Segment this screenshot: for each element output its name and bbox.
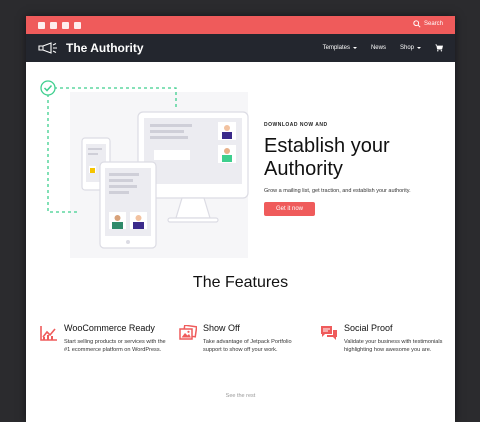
social-links [38, 21, 81, 29]
feature-desc: Take advantage of Jetpack Portfolio supp… [203, 339, 292, 353]
nav-item-shop[interactable]: Shop [400, 45, 421, 51]
megaphone-icon [38, 42, 57, 54]
search-icon [413, 20, 421, 28]
facebook-icon[interactable] [38, 21, 45, 29]
hero-headline-line-1: Establish your [264, 135, 390, 157]
hero-text: DOWNLOAD NOW AND Establish your Authorit… [264, 122, 454, 216]
get-it-now-button[interactable]: Get it now [264, 202, 316, 216]
caret-down-icon [352, 47, 357, 49]
nav-item-templates[interactable]: Templates [323, 45, 357, 51]
top-bar: Search [26, 16, 455, 34]
feature-desc: Validate your business with testimonials… [344, 339, 443, 353]
nav-menu: Templates News Shop [323, 34, 443, 62]
feature-woocommerce: WooCommerce Ready Start selling products… [40, 323, 170, 354]
chat-bubbles-icon [321, 326, 337, 340]
site-title: The Authority [66, 41, 144, 55]
search-label: Search [423, 21, 443, 27]
hero-subtext: Grow a mailing list, get traction, and e… [264, 188, 411, 194]
search-link[interactable]: Search [413, 20, 443, 28]
youtube-icon[interactable] [74, 21, 81, 29]
twitter-icon[interactable] [50, 21, 57, 29]
main-nav: The Authority Templates News Shop [26, 34, 455, 62]
features-heading: The Features [192, 274, 289, 291]
feature-title: WooCommerce Ready [64, 323, 155, 333]
hero-headline-line-2: Authority [264, 158, 343, 180]
caret-down-icon [417, 47, 421, 49]
pictures-icon [179, 325, 197, 340]
feature-desc: Start selling products or services with … [64, 339, 166, 353]
feature-social-proof: Social Proof Validate your business with… [320, 323, 450, 354]
nav-item-label: News [370, 45, 386, 51]
chart-icon [40, 326, 57, 341]
cart-icon[interactable] [435, 44, 443, 52]
hero-section: DOWNLOAD NOW AND Establish your Authorit… [26, 62, 455, 272]
instagram-icon[interactable] [62, 21, 69, 29]
feature-show-off: Show Off Take advantage of Jetpack Portf… [179, 323, 309, 354]
hero-eyebrow: DOWNLOAD NOW AND [264, 122, 328, 128]
hero-headline: Establish your Authority [264, 135, 454, 181]
feature-title: Show Off [203, 323, 240, 333]
see-the-rest-link[interactable]: See the rest [26, 393, 455, 399]
nav-item-label: Shop [399, 45, 414, 51]
site-logo[interactable]: The Authority [38, 41, 144, 55]
feature-title: Social Proof [344, 323, 393, 333]
nav-item-label: Templates [322, 45, 350, 51]
browser-page: Search The Authority Templates News Shop [26, 16, 455, 422]
nav-item-news[interactable]: News [371, 45, 386, 51]
devices-illustration [40, 80, 249, 258]
